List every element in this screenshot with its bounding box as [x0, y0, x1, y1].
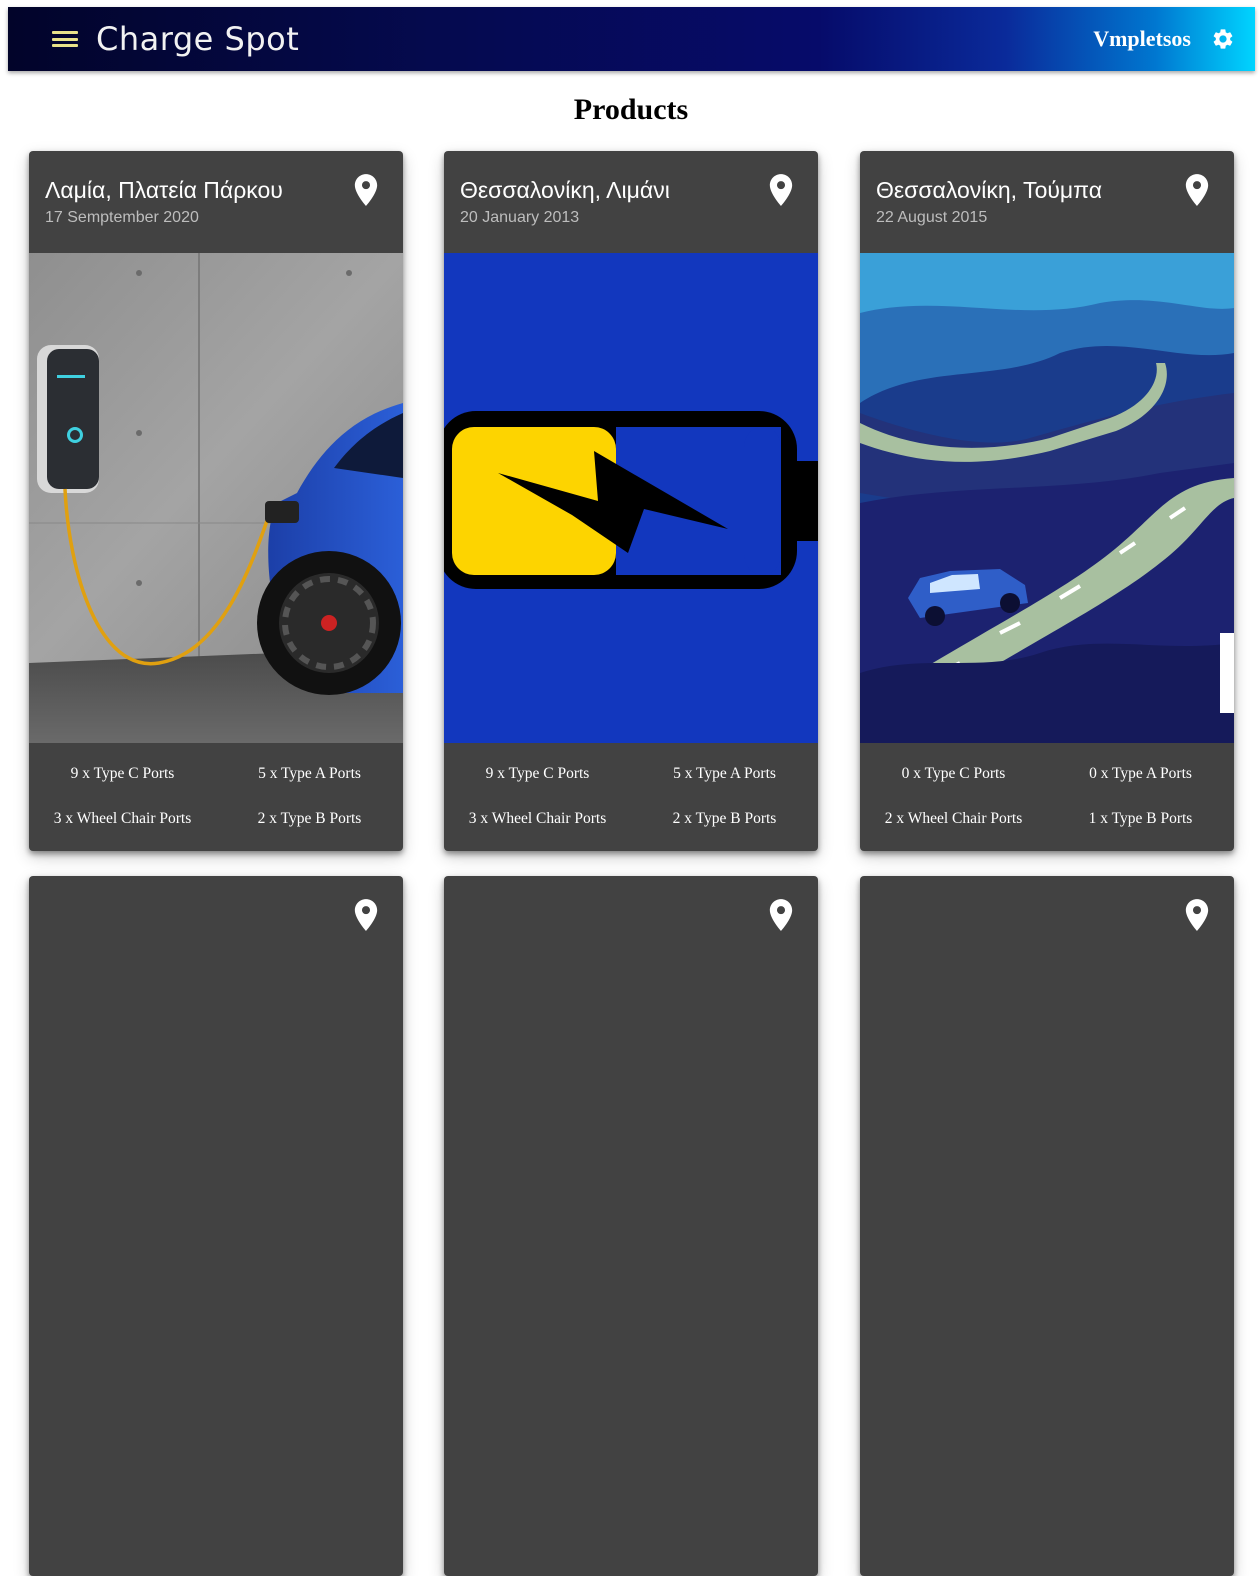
location-pin-icon[interactable] [353, 173, 379, 207]
gear-icon[interactable] [1211, 27, 1235, 51]
port-list: 9 x Type C Ports 5 x Type A Ports 3 x Wh… [29, 743, 403, 851]
mountain-road-car-illustration [860, 253, 1234, 743]
card-date: 17 Semptember 2020 [45, 209, 199, 226]
port-count: 5 x Type A Ports [673, 765, 776, 782]
port-count: 9 x Type C Ports [70, 765, 175, 782]
brand-title[interactable]: Charge Spot [96, 19, 299, 59]
card-title: Λαμία, Πλατεία Πάρκου [45, 177, 283, 203]
location-pin-icon[interactable] [768, 173, 794, 207]
card-header: Θεσσαλονίκη, Τούμπα 22 August 2015 [860, 151, 1234, 253]
ev-charging-car-photo [29, 253, 403, 743]
card-date: 22 August 2015 [876, 209, 988, 226]
card-title: Θεσσαλονίκη, Λιμάνι [460, 177, 670, 203]
product-card[interactable]: Λαμία, Πλατεία Πάρκου 17 Semptember 2020 [29, 151, 403, 851]
product-card[interactable]: Θεσσαλονίκη, Τούμπα 22 August 2015 0 x T… [860, 151, 1234, 851]
port-count: 0 x Type A Ports [1089, 765, 1192, 782]
product-card[interactable] [860, 876, 1234, 1576]
card-header: Λαμία, Πλατεία Πάρκου 17 Semptember 2020 [29, 151, 403, 253]
product-card[interactable]: Θεσσαλονίκη, Λιμάνι 20 January 2013 9 x … [444, 151, 818, 851]
port-count: 1 x Type B Ports [1088, 810, 1193, 827]
location-pin-icon[interactable] [1184, 173, 1210, 207]
port-count: 5 x Type A Ports [258, 765, 361, 782]
port-list: 9 x Type C Ports 5 x Type A Ports 3 x Wh… [444, 743, 818, 851]
location-pin-icon[interactable] [1184, 898, 1210, 932]
port-list: 0 x Type C Ports 0 x Type A Ports 2 x Wh… [860, 743, 1234, 851]
location-pin-icon[interactable] [768, 898, 794, 932]
battery-charging-illustration [444, 253, 818, 743]
user-name[interactable]: Vmpletsos [1093, 26, 1191, 52]
port-count: 9 x Type C Ports [485, 765, 590, 782]
card-date: 20 January 2013 [460, 209, 580, 226]
port-count: 3 x Wheel Chair Ports [53, 810, 192, 827]
product-card[interactable] [29, 876, 403, 1576]
port-count: 2 x Wheel Chair Ports [884, 810, 1023, 827]
menu-icon[interactable] [51, 28, 79, 50]
product-card[interactable] [444, 876, 818, 1576]
port-count: 0 x Type C Ports [901, 765, 1006, 782]
page-title: Products [573, 93, 689, 126]
card-header: Θεσσαλονίκη, Λιμάνι 20 January 2013 [444, 151, 818, 253]
card-title: Θεσσαλονίκη, Τούμπα [876, 177, 1103, 203]
port-count: 2 x Type B Ports [257, 810, 362, 827]
port-count: 2 x Type B Ports [672, 810, 777, 827]
app-bar: Charge Spot Vmpletsos [8, 7, 1255, 71]
location-pin-icon[interactable] [353, 898, 379, 932]
port-count: 3 x Wheel Chair Ports [468, 810, 607, 827]
